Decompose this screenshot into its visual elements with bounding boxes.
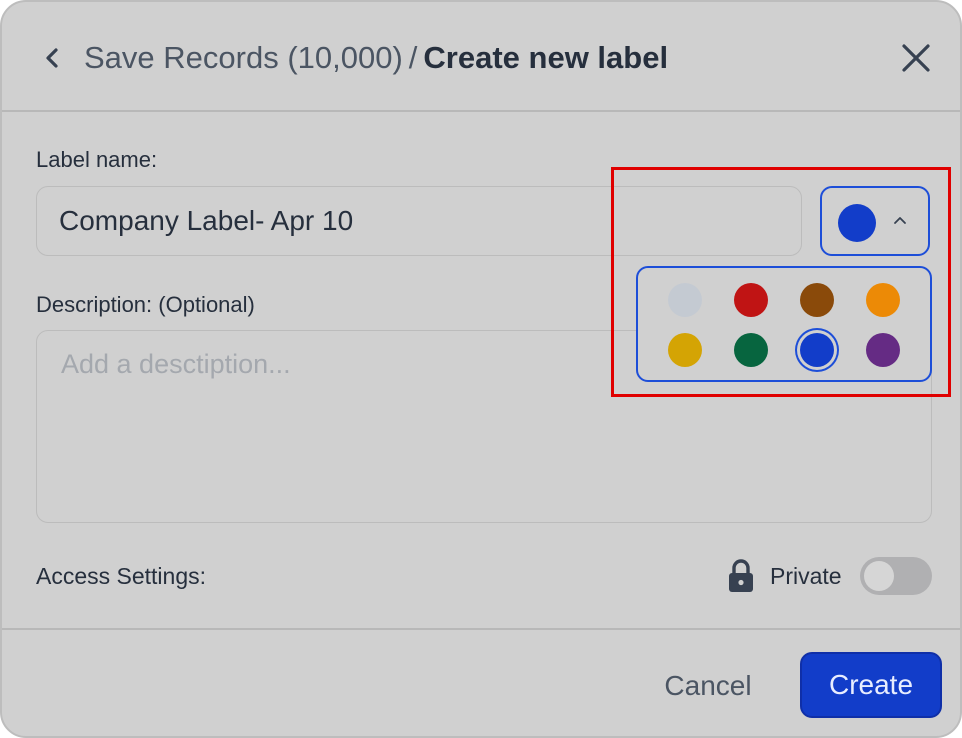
dialog-footer: Cancel Create xyxy=(2,628,960,736)
dialog-header: Save Records (10,000) / Create new label xyxy=(2,2,960,112)
breadcrumb-separator: / xyxy=(408,40,418,75)
color-picker-button[interactable] xyxy=(820,186,930,256)
private-label: Private xyxy=(770,563,842,589)
breadcrumb-parent[interactable]: Save Records (10,000) xyxy=(84,40,403,75)
toggle-knob xyxy=(864,561,894,591)
color-swatch[interactable] xyxy=(800,333,834,367)
breadcrumb: Save Records (10,000) / Create new label xyxy=(84,38,668,78)
color-palette xyxy=(636,266,932,382)
label-name-title: Label name: xyxy=(36,147,158,172)
color-swatch[interactable] xyxy=(668,333,702,367)
create-button[interactable]: Create xyxy=(800,652,942,718)
selected-color-dot xyxy=(838,204,876,242)
access-settings-title: Access Settings: xyxy=(36,563,207,589)
color-swatch[interactable] xyxy=(800,283,834,317)
color-swatch[interactable] xyxy=(668,283,702,317)
close-icon[interactable] xyxy=(898,40,934,76)
color-swatch[interactable] xyxy=(734,283,768,317)
label-name-input[interactable] xyxy=(36,186,802,256)
chevron-left-icon[interactable] xyxy=(38,42,66,74)
chevron-up-icon xyxy=(894,217,906,224)
page-title: Create new label xyxy=(423,40,669,75)
color-swatch[interactable] xyxy=(734,333,768,367)
private-toggle[interactable] xyxy=(860,557,932,595)
description-title: Description: (Optional) xyxy=(36,292,255,317)
lock-icon xyxy=(729,559,753,592)
create-label-dialog: Save Records (10,000) / Create new label L… xyxy=(0,0,962,738)
cancel-button[interactable]: Cancel xyxy=(652,658,764,714)
color-swatch[interactable] xyxy=(866,283,900,317)
color-swatch[interactable] xyxy=(866,333,900,367)
